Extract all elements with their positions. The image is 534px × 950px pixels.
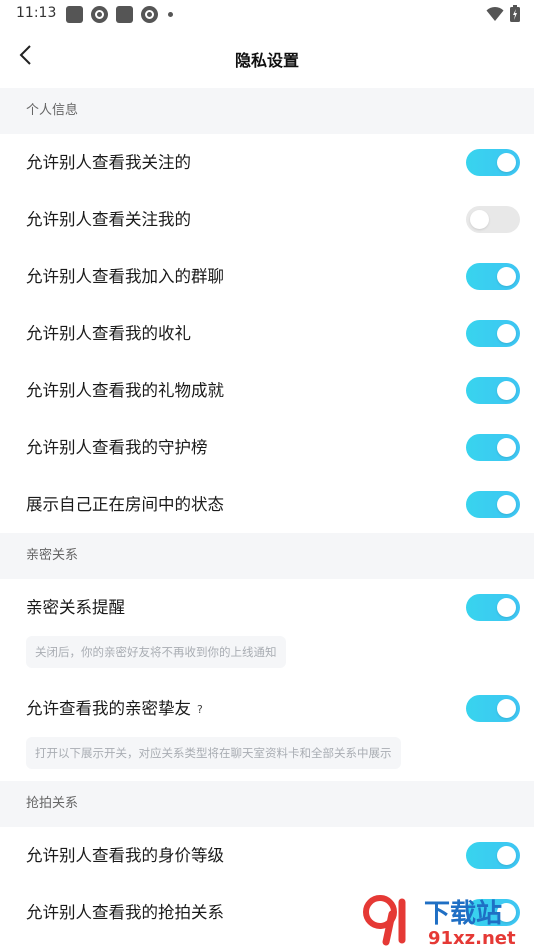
notification-sync-icon: [141, 6, 158, 23]
watermark-sub-text: 91xz.net: [428, 928, 516, 948]
status-time: 11:13: [16, 5, 57, 21]
setting-row: 允许别人查看我加入的群聊: [0, 248, 534, 305]
setting-row: 允许别人查看我的守护榜: [0, 419, 534, 476]
toggle-knob: [497, 324, 516, 343]
setting-label: 允许别人查看我关注的: [26, 153, 191, 172]
toggle-switch[interactable]: [466, 263, 520, 290]
status-bar: 11:13: [0, 0, 534, 28]
setting-row: 允许别人查看我的收礼: [0, 305, 534, 362]
setting-row: 允许别人查看我关注的: [0, 134, 534, 191]
battery-icon: [510, 5, 520, 22]
toggle-knob: [497, 846, 516, 865]
setting-label: 允许别人查看我的收礼: [26, 324, 191, 343]
toggle-knob: [497, 381, 516, 400]
toggle-knob: [470, 210, 489, 229]
setting-label: 亲密关系提醒: [26, 598, 125, 617]
toggle-switch[interactable]: [466, 695, 520, 722]
setting-row: 允许查看我的亲密挚友?: [0, 680, 534, 737]
toggle-switch[interactable]: [466, 842, 520, 869]
toggle-switch[interactable]: [466, 206, 520, 233]
setting-label: 允许别人查看我的身价等级: [26, 846, 224, 865]
section-header-intimate-relations: 亲密关系: [0, 533, 534, 579]
page-title: 隐私设置: [234, 51, 299, 70]
setting-row: 允许别人查看我的礼物成就: [0, 362, 534, 419]
notification-sync-icon: [91, 6, 108, 23]
setting-label: 允许别人查看关注我的: [26, 210, 191, 229]
watermark-main-text: 下载站: [424, 899, 502, 929]
toggle-knob: [497, 438, 516, 457]
toggle-knob: [497, 495, 516, 514]
toggle-switch[interactable]: [466, 491, 520, 518]
setting-label-text: 允许查看我的亲密挚友: [26, 699, 191, 718]
setting-label: 允许别人查看我的礼物成就: [26, 381, 224, 400]
toggle-knob: [497, 598, 516, 617]
hint-text: 打开以下展示开关，对应关系类型将在聊天室资料卡和全部关系中展示: [26, 737, 401, 769]
setting-row: 允许别人查看关注我的: [0, 191, 534, 248]
setting-row: 展示自己正在房间中的状态: [0, 476, 534, 533]
help-icon[interactable]: ?: [197, 681, 203, 738]
watermark-logo: 下载站 91xz.net: [363, 895, 516, 948]
setting-label: 允许别人查看我的抢拍关系: [26, 903, 224, 922]
toggle-switch[interactable]: [466, 594, 520, 621]
hint-container: 打开以下展示开关，对应关系类型将在聊天室资料卡和全部关系中展示: [0, 737, 534, 781]
section-header-snatch-relations: 抢拍关系: [0, 781, 534, 827]
toggle-switch[interactable]: [466, 320, 520, 347]
hint-text: 关闭后，你的亲密好友将不再收到你的上线通知: [26, 636, 286, 668]
toggle-switch[interactable]: [466, 377, 520, 404]
setting-row: 亲密关系提醒: [0, 579, 534, 636]
setting-label: 允许别人查看我加入的群聊: [26, 267, 224, 286]
setting-row: 允许别人查看我的身价等级: [0, 827, 534, 884]
section-header-personal-info: 个人信息: [0, 88, 534, 134]
more-notifications-icon: [168, 12, 173, 17]
toggle-switch[interactable]: [466, 149, 520, 176]
setting-label: 允许别人查看我的守护榜: [26, 438, 208, 457]
toggle-knob: [497, 153, 516, 172]
nav-bar: 隐私设置: [0, 28, 534, 88]
setting-label: 允许查看我的亲密挚友?: [26, 680, 203, 738]
hint-container: 关闭后，你的亲密好友将不再收到你的上线通知: [0, 636, 534, 680]
notification-app-icon: [116, 6, 133, 23]
toggle-knob: [497, 699, 516, 718]
setting-label: 展示自己正在房间中的状态: [26, 495, 224, 514]
toggle-switch[interactable]: [466, 434, 520, 461]
notification-app-icon: [66, 6, 83, 23]
wifi-icon: [486, 6, 504, 21]
toggle-knob: [497, 267, 516, 286]
